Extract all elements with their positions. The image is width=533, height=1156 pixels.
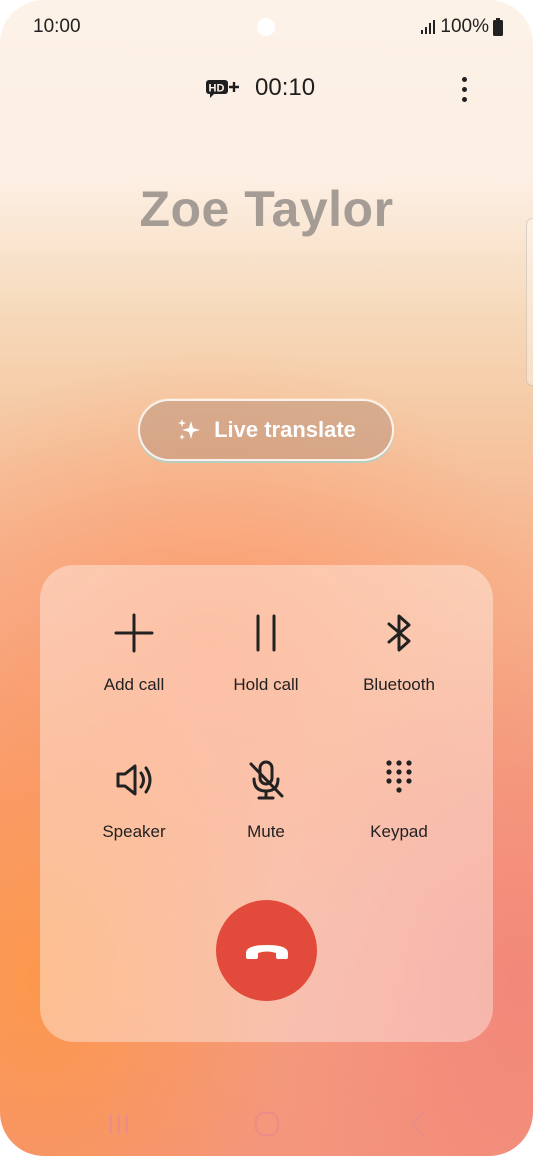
status-indicators: 100% [420, 16, 503, 38]
end-call-icon [245, 944, 288, 959]
hd-plus-icon: HD [206, 80, 239, 98]
hold-call-label: Hold call [233, 675, 299, 694]
recent-apps-button[interactable] [99, 1108, 139, 1140]
mic-off-icon [249, 760, 284, 800]
keypad-label: Keypad [370, 822, 428, 841]
mute-label: Mute [247, 822, 285, 841]
keypad-icon [386, 760, 412, 793]
battery-percent: 100% [440, 16, 489, 37]
hold-call-button[interactable]: Hold call [191, 611, 341, 721]
status-bar: 10:00 100% [0, 0, 533, 56]
svg-text:HD: HD [209, 83, 225, 95]
live-translate-label: Live translate [214, 417, 356, 442]
battery-icon [493, 18, 503, 36]
more-dot [461, 76, 467, 82]
plus-icon [114, 613, 154, 653]
live-translate-button[interactable]: Live translate [138, 399, 394, 461]
more-dot [461, 86, 467, 92]
navigation-bar [0, 1100, 533, 1148]
speaker-icon [116, 764, 152, 796]
contact-name: Zoe Taylor [139, 181, 394, 237]
signal-icon [421, 20, 436, 34]
back-button[interactable] [398, 1108, 438, 1140]
add-call-label: Add call [103, 675, 165, 694]
pause-icon [256, 614, 276, 652]
keypad-button[interactable]: Keypad [324, 758, 474, 868]
recent-apps-icon [109, 1114, 129, 1134]
speaker-label: Speaker [102, 822, 166, 841]
home-icon [254, 1111, 280, 1137]
status-time: 10:00 [33, 16, 81, 37]
call-header: HD 00:10 [0, 72, 533, 106]
call-timer: 00:10 [255, 74, 316, 101]
home-button[interactable] [247, 1108, 287, 1140]
front-camera [257, 18, 275, 36]
sparkle-icon [178, 419, 201, 440]
end-call-button[interactable] [216, 900, 317, 1001]
edge-panel-handle[interactable] [526, 218, 533, 386]
more-dot [461, 96, 467, 102]
bluetooth-button[interactable]: Bluetooth [324, 611, 474, 721]
speaker-button[interactable]: Speaker [59, 758, 209, 868]
hd-voice-badge: HD [205, 78, 245, 100]
mute-button[interactable]: Mute [191, 758, 341, 868]
add-call-button[interactable]: Add call [59, 611, 209, 721]
back-icon [411, 1111, 425, 1137]
phone-screen: 10:00 100% HD 00:10 Zoe Taylor Live tran… [0, 0, 533, 1156]
bluetooth-icon [387, 614, 411, 652]
bluetooth-label: Bluetooth [363, 675, 435, 694]
more-options-button[interactable] [448, 72, 480, 106]
